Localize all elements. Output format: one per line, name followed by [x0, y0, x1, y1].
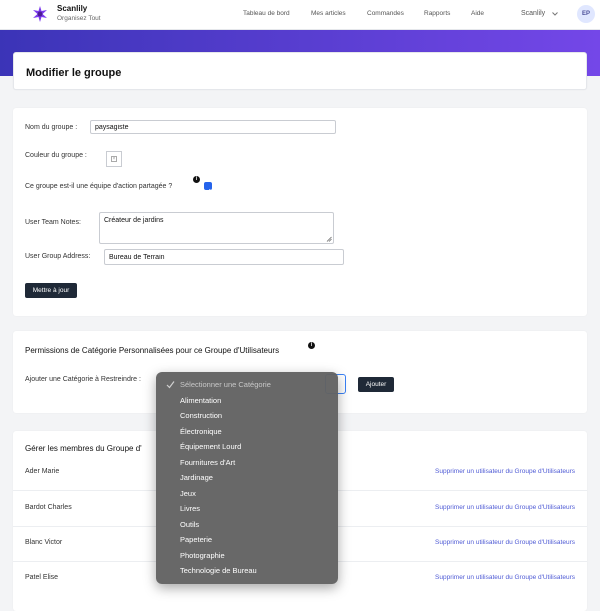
team-notes-textarea[interactable]: Créateur de jardins — [99, 212, 334, 244]
member-name: Blanc Victor — [25, 539, 63, 546]
dropdown-option[interactable]: Jardinage — [180, 473, 213, 482]
group-name-label: Nom du groupe : — [25, 124, 78, 131]
remove-member-link[interactable]: Supprimer un utilisateur du Groupe d'Uti… — [435, 539, 575, 546]
group-color-picker[interactable]: × — [106, 151, 122, 167]
empty-color-icon: × — [111, 156, 117, 162]
nav-reports[interactable]: Rapports — [424, 10, 450, 17]
dropdown-option[interactable]: Alimentation — [180, 396, 221, 405]
shared-team-label: Ce groupe est-il une équipe d'action par… — [25, 183, 173, 190]
group-address-input[interactable] — [104, 249, 344, 265]
top-navbar: Scanlily Organisez Tout Tableau de bord … — [0, 0, 600, 30]
dropdown-option[interactable]: Livres — [180, 504, 200, 513]
remove-member-link[interactable]: Supprimer un utilisateur du Groupe d'Uti… — [435, 468, 575, 475]
member-name: Bardot Charles — [25, 504, 72, 511]
remove-member-link[interactable]: Supprimer un utilisateur du Groupe d'Uti… — [435, 504, 575, 511]
shared-team-checkbox[interactable] — [204, 182, 212, 194]
checkmark-icon — [166, 381, 175, 389]
group-color-label: Couleur du groupe : — [25, 152, 87, 159]
nav-help[interactable]: Aide — [471, 10, 484, 17]
info-icon[interactable]: i — [308, 342, 315, 349]
permissions-title: Permissions de Catégorie Personnalisées … — [25, 346, 280, 355]
dropdown-option[interactable]: Jeux — [180, 489, 196, 498]
page-header-card: Modifier le groupe — [13, 52, 587, 90]
nav-my-items[interactable]: Mes articles — [311, 10, 346, 17]
dropdown-option[interactable]: Papeterie — [180, 535, 212, 544]
nav-orders[interactable]: Commandes — [367, 10, 404, 17]
dropdown-placeholder[interactable]: Sélectionner une Catégorie — [180, 380, 271, 389]
add-category-label: Ajouter une Catégorie à Restreindre : — [25, 376, 141, 383]
group-name-input[interactable] — [90, 120, 336, 134]
member-name: Patel Elise — [25, 574, 59, 581]
dropdown-option[interactable]: Fournitures d'Art — [180, 458, 235, 467]
check-icon — [205, 189, 211, 194]
dropdown-option[interactable]: Électronique — [180, 427, 222, 436]
chevron-down-icon[interactable] — [551, 10, 559, 18]
avatar[interactable]: EP — [577, 5, 595, 23]
add-category-button[interactable]: Ajouter — [358, 377, 394, 392]
scanlily-logo-icon[interactable] — [32, 6, 48, 22]
member-name: Ader Marie — [25, 468, 60, 475]
dropdown-option[interactable]: Photographie — [180, 551, 225, 560]
remove-member-link[interactable]: Supprimer un utilisateur du Groupe d'Uti… — [435, 574, 575, 581]
dropdown-option[interactable]: Construction — [180, 411, 222, 420]
update-button[interactable]: Mettre à jour — [25, 283, 77, 298]
team-notes-label: User Team Notes: — [25, 219, 81, 226]
category-dropdown-menu[interactable]: Sélectionner une Catégorie Alimentation … — [156, 372, 338, 584]
info-icon[interactable]: i — [193, 176, 200, 183]
dropdown-option[interactable]: Outils — [180, 520, 199, 529]
nav-dashboard[interactable]: Tableau de bord — [243, 10, 290, 17]
account-menu[interactable]: Scanlily — [521, 10, 545, 17]
brand-name: Scanlily — [57, 4, 88, 13]
dropdown-option[interactable]: Équipement Lourd — [180, 442, 241, 451]
brand-tagline: Organisez Tout — [57, 15, 101, 22]
page-title: Modifier le groupe — [26, 67, 122, 79]
dropdown-option[interactable]: Technologie de Bureau — [180, 566, 257, 575]
group-form-card: Nom du groupe : Couleur du groupe : × Ce… — [13, 108, 587, 316]
resize-grip-icon[interactable] — [326, 236, 332, 242]
members-title: Gérer les membres du Groupe d' — [25, 444, 142, 453]
group-address-label: User Group Address: — [25, 253, 91, 260]
